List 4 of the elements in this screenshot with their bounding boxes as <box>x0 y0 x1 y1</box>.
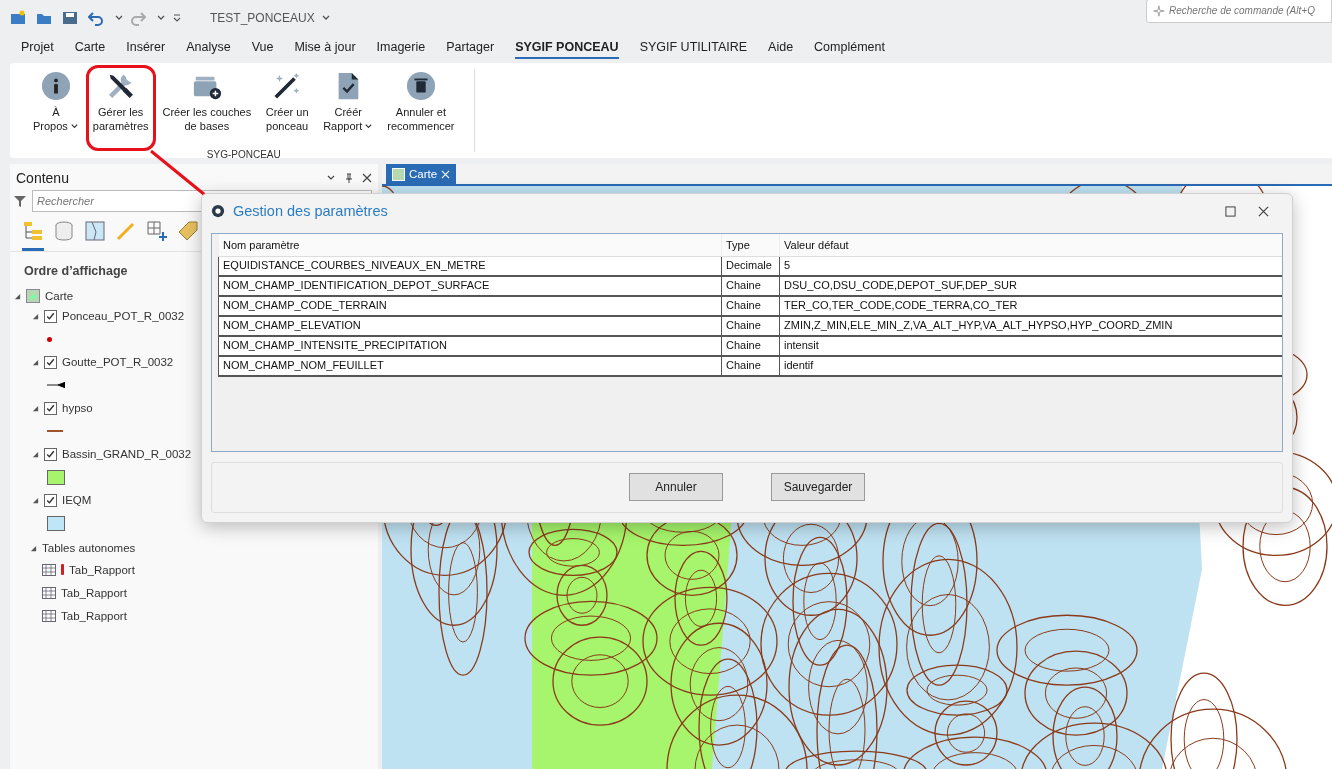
group-label: SYG-PONCEAU <box>206 149 281 160</box>
dialog-title: Gestion des paramètres <box>233 203 389 220</box>
section-heading: Ordre d’affichage <box>23 263 128 280</box>
pane-title: Contenu <box>16 170 69 186</box>
